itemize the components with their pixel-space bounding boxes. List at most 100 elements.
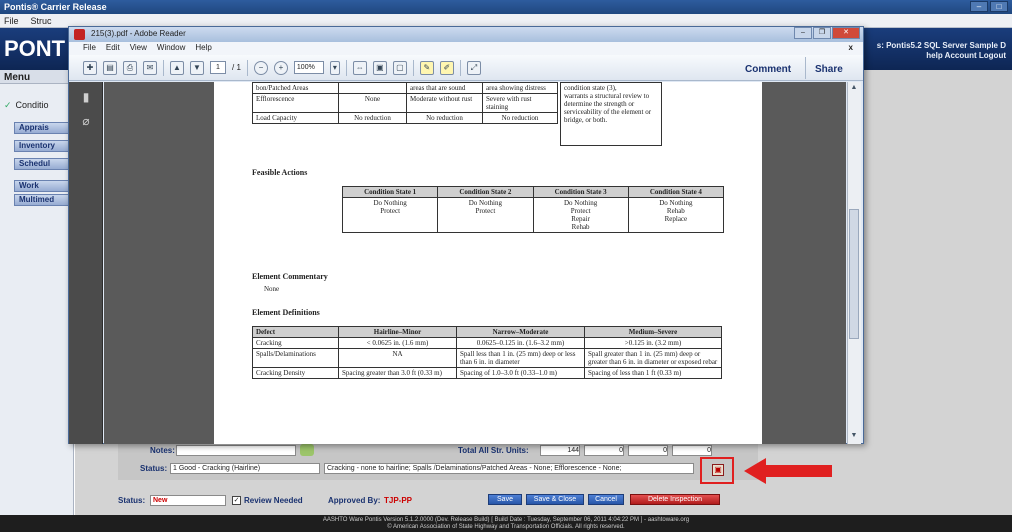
table-cell: areas that are sound [406,82,483,94]
app-menu-file[interactable]: File [4,16,19,26]
bottom-status-label: Status: [118,496,146,505]
review-needed-checkbox[interactable]: ✓ [232,496,241,505]
table-row: bon/Patched Areas areas that are sound a… [252,82,558,94]
page-thumbnails-icon[interactable]: ▮ [80,90,92,104]
table-row: Condition State 1 Condition State 2 Cond… [341,186,725,198]
zoom-out-icon[interactable]: − [253,60,268,75]
table-cell: No reduction [406,112,483,124]
feasible-actions-table: Condition State 1 Condition State 2 Cond… [341,186,725,233]
table-cell: Severe with rust staining [482,93,558,113]
reader-menu-window[interactable]: Window [157,43,185,54]
close-document-icon[interactable]: x [849,43,853,52]
full-screen-icon[interactable]: ▢ [392,60,407,75]
condition-status-select[interactable]: 1 Good - Cracking (Hairline) [170,463,320,474]
highlight-icon[interactable]: ✐ [439,60,454,75]
save-close-button[interactable]: Save & Close [526,494,584,505]
navigation-pane: ▮ ⌀ [69,82,103,444]
share-tab[interactable]: Share [815,64,843,75]
side-note-head: condition state (3), [564,84,617,92]
email-icon[interactable]: ✉ [143,60,157,75]
document-viewport: bon/Patched Areas areas that are sound a… [104,82,846,444]
table-row: Cracking < 0.0625 in. (1.6 mm) 0.0625–0.… [252,337,722,349]
minimize-icon[interactable]: – [794,27,812,39]
sidebar-item-inventory[interactable]: Inventory [14,140,74,152]
checkmark-icon: ✓ [4,99,12,110]
sidebar-item-work[interactable]: Work [14,180,74,192]
previous-page-icon[interactable]: ▲ [170,60,184,75]
zoom-select[interactable]: 100% [293,61,324,74]
side-note-body: warrants a structural review to determin… [564,92,652,124]
red-arrow-icon [744,458,832,484]
account-links[interactable]: help Account Logout [877,51,1006,61]
create-pdf-icon[interactable]: ✚ [83,60,97,75]
next-page-icon[interactable]: ▼ [190,60,204,75]
table-header: Narrow–Moderate [456,326,585,338]
save-icon[interactable]: ▤ [103,60,117,75]
element-commentary-text: None [264,285,280,293]
table-header: Condition State 4 [627,186,725,198]
table-cell: Efflorescence [252,93,339,113]
notes-field[interactable] [176,445,296,456]
feasible-actions-heading: Feasible Actions [252,168,308,177]
sidebar-item-schedule[interactable]: Schedul [14,158,74,170]
sidebar-item-condition[interactable]: ✓ Conditio [4,98,74,112]
reader-menu-help[interactable]: Help [195,43,211,54]
table-cell: 0.0625–0.125 in. (1.6–3.2 mm) [456,337,585,349]
table-row: Do Nothing Protect Do Nothing Protect Do… [341,197,725,233]
app-menu-struc[interactable]: Struc [31,16,52,26]
brand-logo: PONT [4,36,66,61]
table-header: Defect [252,326,339,338]
pdf-page: bon/Patched Areas areas that are sound a… [214,82,762,444]
table-cell: area showing distress [482,82,558,94]
fit-page-icon[interactable]: ⇔ [352,60,367,75]
print-icon[interactable]: ⎙ [123,60,137,75]
minimize-icon[interactable]: – [970,1,988,12]
scrollbar-thumb[interactable] [849,209,859,339]
reader-menu-file[interactable]: File [83,43,96,54]
sidebar-item-multimedia[interactable]: Multimed [14,194,74,206]
footer-version: AASHTO Ware Pontis Version 5.1.2.0000 (D… [322,517,690,523]
sidebar-item-appraisal[interactable]: Apprais [14,122,74,134]
scroll-down-icon[interactable]: ▼ [849,432,859,442]
table-cell: No reduction [482,112,558,124]
adobe-reader-icon [74,29,85,40]
fit-width-icon[interactable]: ▣ [372,60,387,75]
banner-info: s: Pontis5.2 SQL Server Sample D help Ac… [877,41,1006,61]
zoom-in-icon[interactable]: + [273,60,288,75]
table-header: Medium–Severe [584,326,722,338]
comment-tab[interactable]: Comment [745,64,791,75]
restore-icon[interactable]: ❐ [813,27,831,39]
close-icon[interactable]: ✕ [832,27,860,39]
delete-inspection-button[interactable]: Delete Inspection [630,494,720,505]
toolbar-separator [412,59,414,76]
bottom-status-select[interactable]: New [150,495,226,506]
expand-icon[interactable]: ⤢ [466,60,481,75]
table-row: Efflorescence None Moderate without rust… [252,93,558,113]
total-state-3: 0 [628,445,668,456]
element-definitions-heading: Element Definitions [252,308,320,317]
table-header: Condition State 2 [437,186,534,198]
table-header: Condition State 3 [532,186,629,198]
table-cell: bon/Patched Areas [252,82,339,94]
page-number-input[interactable]: 1 [210,61,226,74]
table-cell: Cracking [252,337,339,349]
reader-window-controls: – ❐ ✕ [794,27,860,39]
table-cell: Do Nothing Protect [341,197,439,233]
chevron-down-icon[interactable]: ▾ [329,60,340,75]
reader-title-bar: 215(3).pdf - Adobe Reader [69,27,863,42]
sticky-note-icon[interactable]: ✎ [419,60,434,75]
reader-menu-edit[interactable]: Edit [106,43,120,54]
cancel-button[interactable]: Cancel [588,494,624,505]
attachments-icon[interactable]: ⌀ [80,114,92,128]
reader-menu-view[interactable]: View [130,43,147,54]
condition-description-field[interactable]: Cracking - none to hairline; Spalls /Del… [324,463,694,474]
table-header: Hairline–Minor [338,326,457,338]
sidebar-item-label: Conditio [15,100,49,110]
notes-edit-icon[interactable] [300,444,314,456]
scroll-up-icon[interactable]: ▲ [849,84,859,94]
table-row: Cracking Density Spacing greater than 3.… [252,367,722,379]
save-button[interactable]: Save [488,494,522,505]
table-cell: Cracking Density [252,367,339,379]
pdf-reader-window: 215(3).pdf - Adobe Reader – ❐ ✕ File Edi… [68,26,864,444]
maximize-icon[interactable]: □ [990,1,1008,12]
